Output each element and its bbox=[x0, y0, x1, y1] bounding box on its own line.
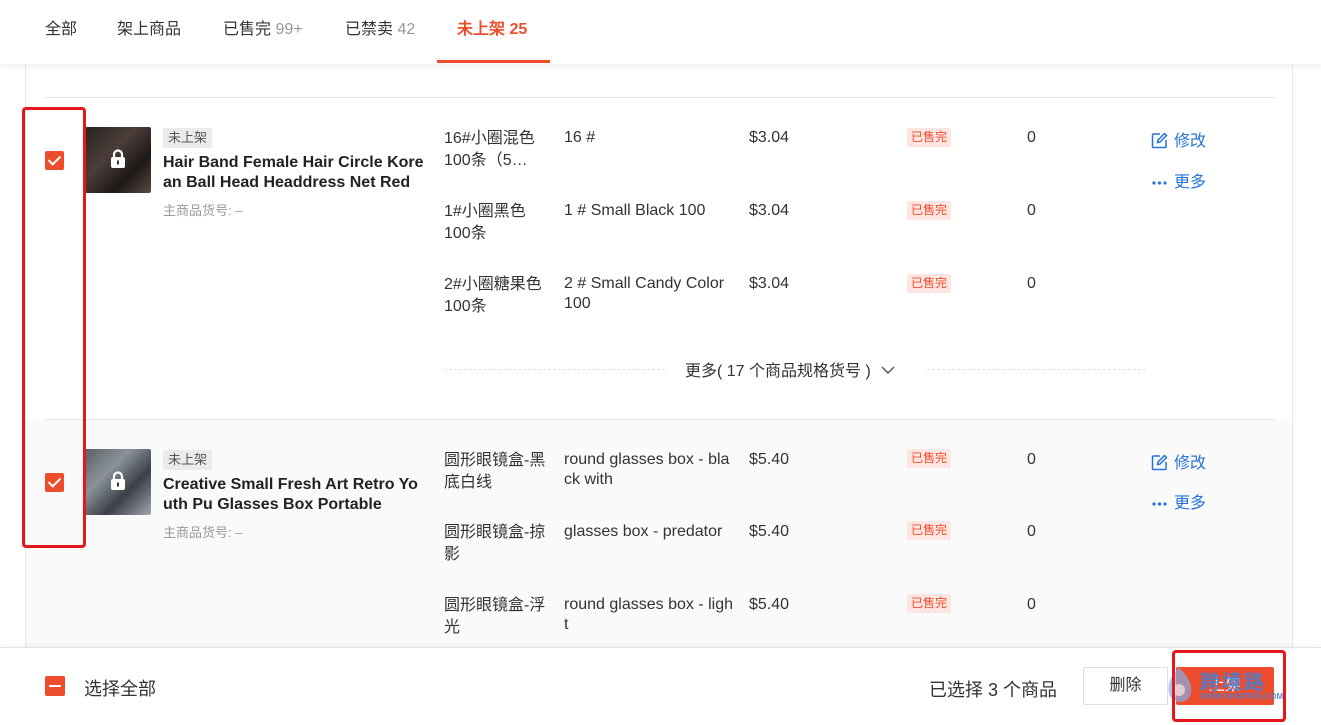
product-thumbnail[interactable] bbox=[85, 449, 151, 515]
tab-label: 架上商品 bbox=[117, 21, 182, 38]
variation-price: $5.40 bbox=[749, 451, 790, 468]
tab-live[interactable]: 架上商品 bbox=[117, 0, 181, 64]
variation-price: $3.04 bbox=[749, 129, 790, 146]
variation-stock: 0 bbox=[1027, 523, 1036, 540]
ellipsis-icon bbox=[1152, 502, 1167, 506]
edit-button[interactable]: 修改 bbox=[1151, 127, 1206, 151]
product-name[interactable]: Hair Band Female Hair Circle Korean Ball… bbox=[163, 153, 425, 193]
variation-name: 16#小圈混色100条（5… bbox=[444, 130, 535, 169]
variation-name: 2#小圈糖果色100条 bbox=[444, 276, 542, 315]
variation-price: $5.40 bbox=[749, 596, 790, 613]
bulk-action-bar: 选择全部 已选择 3 个商品 删除 上架 跨境路 WWW.SHOPPE6.COM bbox=[0, 647, 1321, 725]
tab-label: 未上架 bbox=[457, 21, 506, 38]
select-all-label[interactable]: 选择全部 bbox=[84, 675, 156, 701]
variation-sku: 2 # Small Candy Color 100 bbox=[564, 275, 725, 312]
variation-name: 圆形眼镜盒-浮光 bbox=[444, 597, 546, 636]
watermark-text: 跨境路 bbox=[1200, 672, 1266, 694]
variation-price: $3.04 bbox=[749, 202, 790, 219]
watermark-logo: 跨境路 WWW.SHOPPE6.COM bbox=[1162, 662, 1302, 712]
tab-count: 99+ bbox=[275, 21, 303, 38]
product-checkbox[interactable] bbox=[45, 151, 64, 170]
edit-icon bbox=[1151, 132, 1168, 149]
variation-price: $5.40 bbox=[749, 523, 790, 540]
product-thumbnail[interactable] bbox=[85, 127, 151, 193]
variation-price: $3.04 bbox=[749, 275, 790, 292]
edit-label: 修改 bbox=[1174, 133, 1207, 150]
product-name[interactable]: Creative Small Fresh Art Retro Youth Pu … bbox=[163, 475, 425, 515]
tab-label: 已售完 bbox=[223, 21, 272, 38]
sold-out-badge: 已售完 bbox=[907, 274, 952, 293]
more-label: 更多 bbox=[1174, 495, 1207, 512]
status-tabs: 全部 架上商品 已售完 99+ 已禁卖 42 未上架 25 bbox=[0, 0, 1321, 64]
tab-unlisted[interactable]: 未上架 25 bbox=[457, 0, 527, 64]
variation-name: 1#小圈黑色100条 bbox=[444, 203, 526, 242]
sold-out-badge: 已售完 bbox=[907, 521, 952, 540]
dashed-divider bbox=[444, 369, 665, 370]
more-specs-toggle[interactable]: 更多( 17 个商品规格货号 ) bbox=[444, 357, 1146, 381]
variation-sku: round glasses box - black with bbox=[564, 451, 730, 488]
watermark-url: WWW.SHOPPE6.COM bbox=[1200, 692, 1284, 701]
more-actions-button[interactable]: 更多 bbox=[1151, 489, 1206, 513]
sold-out-badge: 已售完 bbox=[907, 128, 952, 147]
active-tab-indicator bbox=[437, 60, 550, 63]
edit-button[interactable]: 修改 bbox=[1151, 449, 1206, 473]
more-label: 更多 bbox=[1174, 174, 1207, 191]
variation-name: 圆形眼镜盒-黑底白线 bbox=[444, 452, 546, 491]
tab-banned[interactable]: 已禁卖 42 bbox=[345, 0, 415, 64]
parent-sku: 主商品货号: – bbox=[163, 203, 243, 218]
variation-sku: round glasses box - light bbox=[564, 596, 733, 633]
selected-count: 已选择 3 个商品 bbox=[929, 680, 1058, 700]
variation-sku: 16 # bbox=[564, 129, 596, 146]
parent-sku: 主商品货号: – bbox=[163, 525, 243, 540]
lock-icon bbox=[111, 471, 125, 490]
more-actions-button[interactable]: 更多 bbox=[1151, 168, 1206, 192]
tab-sold-out[interactable]: 已售完 99+ bbox=[223, 0, 303, 64]
variation-stock: 0 bbox=[1027, 451, 1036, 468]
sold-out-badge: 已售完 bbox=[907, 201, 952, 220]
variation-stock: 0 bbox=[1027, 129, 1036, 146]
product-checkbox[interactable] bbox=[45, 473, 64, 492]
sold-out-badge: 已售完 bbox=[907, 449, 952, 468]
ellipsis-icon bbox=[1152, 181, 1167, 185]
variation-name: 圆形眼镜盒-掠影 bbox=[444, 524, 546, 563]
dashed-divider bbox=[927, 369, 1146, 370]
variation-sku: 1 # Small Black 100 bbox=[564, 202, 706, 219]
variation-sku: glasses box - predator bbox=[564, 523, 723, 540]
edit-label: 修改 bbox=[1174, 455, 1207, 472]
sold-out-badge: 已售完 bbox=[907, 594, 952, 613]
variation-stock: 0 bbox=[1027, 275, 1036, 292]
status-badge: 未上架 bbox=[163, 450, 213, 470]
lock-icon bbox=[111, 149, 125, 168]
tab-count: 25 bbox=[509, 21, 528, 38]
tab-label: 已禁卖 bbox=[345, 21, 394, 38]
tab-all[interactable]: 全部 bbox=[45, 0, 77, 64]
variation-stock: 0 bbox=[1027, 202, 1036, 219]
more-specs-label: 更多( 17 个商品规格货号 ) bbox=[685, 357, 895, 381]
edit-icon bbox=[1151, 454, 1168, 471]
delete-button[interactable]: 删除 bbox=[1083, 667, 1168, 705]
variation-stock: 0 bbox=[1027, 596, 1036, 613]
tab-label: 全部 bbox=[45, 21, 78, 38]
select-all-checkbox[interactable] bbox=[45, 676, 65, 696]
watermark-icon bbox=[1168, 668, 1192, 702]
status-badge: 未上架 bbox=[163, 128, 213, 148]
chevron-down-icon bbox=[881, 366, 895, 375]
more-specs-text: 更多( 17 个商品规格货号 ) bbox=[685, 363, 871, 380]
tab-count: 42 bbox=[397, 21, 416, 38]
